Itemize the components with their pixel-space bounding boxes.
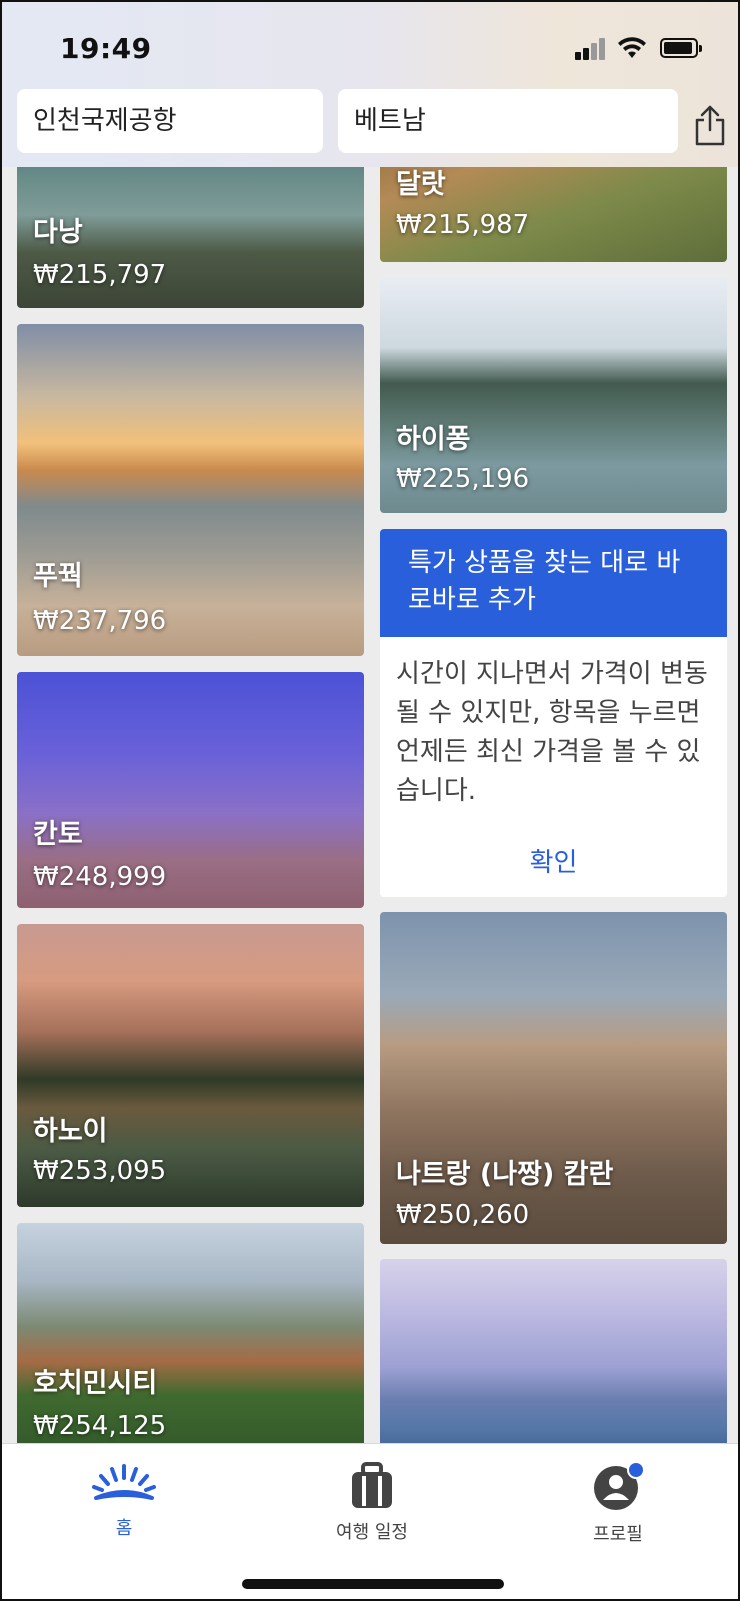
tip-body: 시간이 지나면서 가격이 변동될 수 있지만, 항목을 누르면 언제든 최신 가… [396,659,708,806]
destination-name: 다낭 [33,217,83,248]
tab-label: 여행 일정 [336,1522,408,1543]
status-time: 19:49 [60,32,152,65]
destination-price: ₩250,260 [396,1200,530,1230]
battery-icon [660,38,702,58]
home-indicator [242,1579,504,1589]
app-screen: 19:49 인천국제공항 베트남 다낭 ₩215,797 달랏 ₩215,987… [0,0,740,1601]
profile-icon [594,1462,645,1510]
destination-card-nha-trang[interactable]: 나트랑 (나짱) 캄란 ₩250,260 [380,912,727,1244]
destination-card-hanoi[interactable]: 하노이 ₩253,095 [17,924,364,1207]
cellular-signal-icon [575,38,607,60]
destination-price: ₩237,796 [33,606,167,636]
tip-card: 특가 상품을 찾는 대로 바로바로 추가 시간이 지나면서 가격이 변동될 수 … [380,529,727,897]
destination-card-image[interactable] [380,1259,727,1459]
destination-price: ₩225,196 [396,464,530,494]
bottom-tab-bar: 홈 여행 일정 프로필 [2,1443,738,1599]
destination-name: 칸토 [33,819,83,850]
destination-card-can-tho[interactable]: 칸토 ₩248,999 [17,672,364,908]
destination-field[interactable]: 베트남 [338,89,678,153]
destination-price: ₩215,797 [33,260,167,290]
luggage-icon [352,1462,392,1508]
destination-price: ₩248,999 [33,862,167,892]
home-sunrise-icon [92,1464,156,1500]
destination-price: ₩215,987 [396,210,530,240]
destination-card-ho-chi-minh-city[interactable]: 호치민시티 ₩254,125 [17,1223,364,1453]
tab-label: 프로필 [593,1524,643,1545]
destination-name: 달랏 [396,169,446,200]
header: 19:49 인천국제공항 베트남 [2,2,738,167]
destination-name: 하노이 [33,1116,108,1147]
tab-profile[interactable]: 프로필 [548,1462,688,1546]
tip-title: 특가 상품을 찾는 대로 바로바로 추가 [380,529,727,637]
destination-name: 하이퐁 [396,424,471,455]
origin-field[interactable]: 인천국제공항 [17,89,323,153]
wifi-icon [618,37,646,58]
tab-home[interactable]: 홈 [54,1462,194,1540]
destination-price: ₩254,125 [33,1411,167,1441]
destination-name: 푸꿕 [33,561,83,592]
destination-price: ₩253,095 [33,1156,167,1186]
destination-name: 호치민시티 [33,1368,158,1399]
tab-trips[interactable]: 여행 일정 [302,1462,442,1544]
destination-name: 나트랑 (나짱) 캄란 [396,1159,614,1190]
destination-card-phu-quoc[interactable]: 푸꿕 ₩237,796 [17,324,364,656]
tab-label: 홈 [115,1518,133,1539]
share-icon[interactable] [692,104,728,146]
confirm-button[interactable]: 확인 [380,842,727,879]
destination-card-hai-phong[interactable]: 하이퐁 ₩225,196 [380,277,727,513]
